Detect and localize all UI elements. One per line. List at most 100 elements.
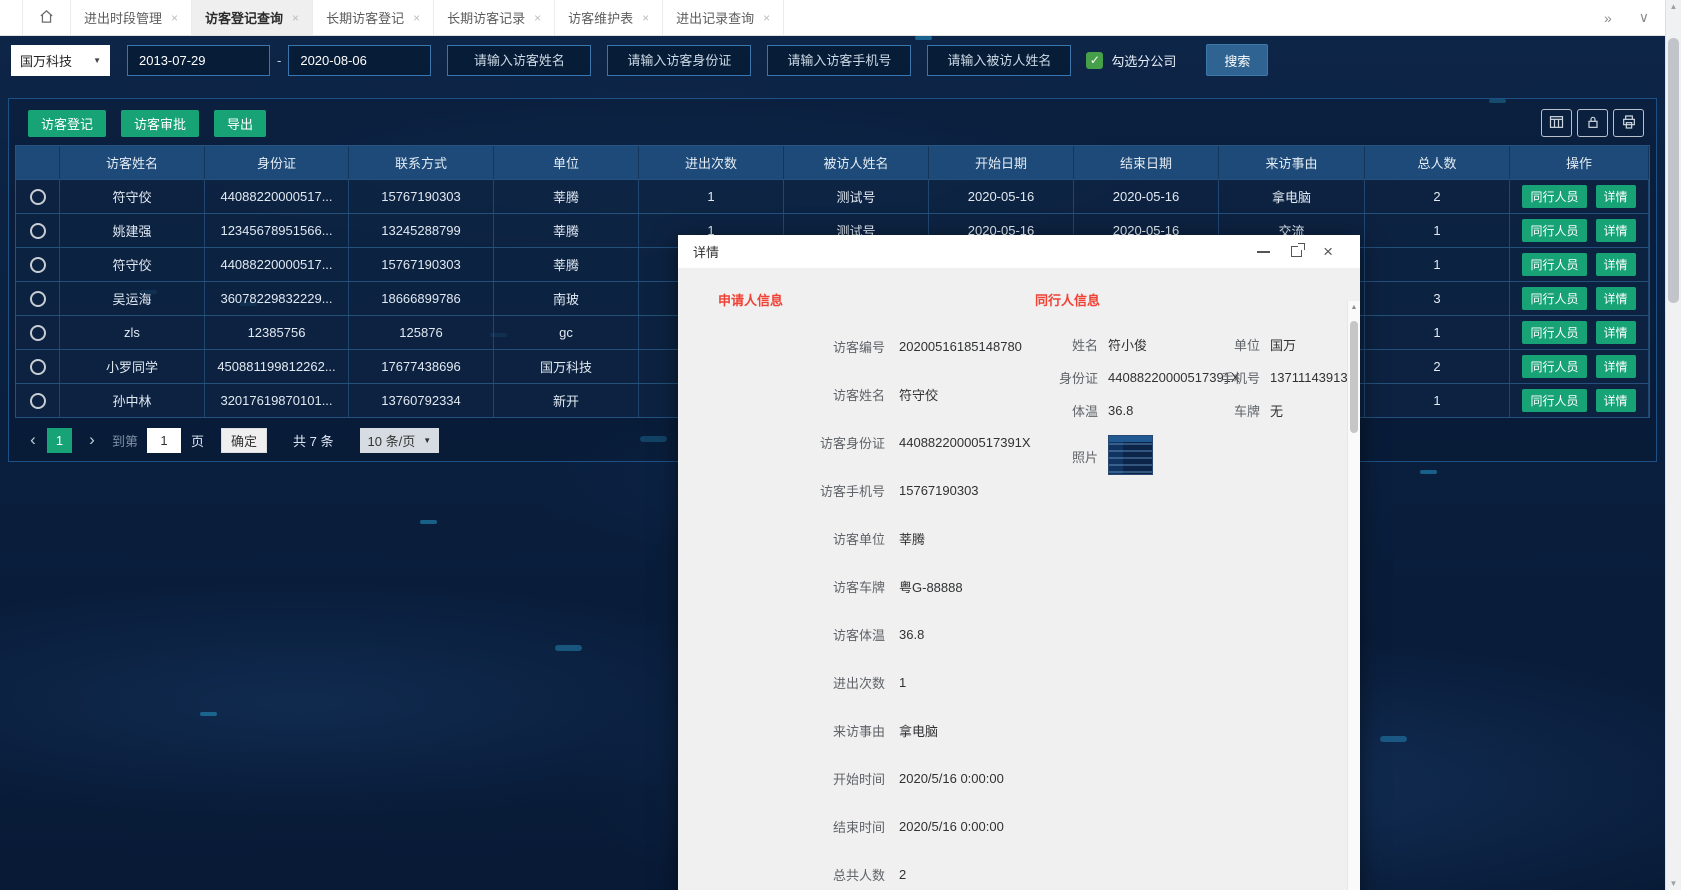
goto-confirm-button[interactable]: 确定 bbox=[221, 428, 267, 453]
tab-item[interactable]: 长期访客登记× bbox=[313, 0, 434, 35]
search-button[interactable]: 搜索 bbox=[1206, 44, 1268, 76]
cell-id-card: 12385756 bbox=[205, 316, 349, 349]
tab-item[interactable]: 进出时段管理 × bbox=[71, 0, 192, 35]
tab-close-icon[interactable]: × bbox=[642, 11, 649, 25]
modal-title-bar[interactable]: 详情 × bbox=[678, 235, 1360, 268]
branch-checkbox-label: 勾选分公司 bbox=[1111, 51, 1176, 70]
tab-close-icon[interactable]: × bbox=[292, 11, 299, 25]
row-radio-cell bbox=[16, 248, 60, 281]
columns-button[interactable] bbox=[1541, 109, 1572, 137]
details-button[interactable]: 详情 bbox=[1596, 287, 1636, 310]
cell-name: 符守佼 bbox=[60, 180, 205, 213]
company-select-value: 国万科技 bbox=[20, 51, 72, 70]
tab-item[interactable]: 进出记录查询× bbox=[663, 0, 784, 35]
companions-button[interactable]: 同行人员 bbox=[1522, 287, 1586, 310]
field-value: 20200516185148780 bbox=[899, 339, 1022, 354]
print-button[interactable] bbox=[1613, 109, 1644, 137]
applicant-fields: 访客编号20200516185148780访客姓名符守佼访客身份证4408822… bbox=[718, 322, 1031, 890]
cell-name: 小罗同学 bbox=[60, 350, 205, 383]
scroll-down-icon[interactable]: ▼ bbox=[1666, 879, 1681, 888]
close-icon[interactable]: × bbox=[1323, 243, 1333, 260]
next-page-icon[interactable]: › bbox=[82, 430, 102, 450]
columns-icon bbox=[1548, 114, 1565, 133]
print-icon bbox=[1621, 114, 1637, 133]
page-size-select[interactable]: 10 条/页 ▼ bbox=[360, 428, 440, 453]
row-radio-cell bbox=[16, 350, 60, 383]
tab-item[interactable]: 长期访客记录× bbox=[434, 0, 555, 35]
row-radio[interactable] bbox=[30, 393, 46, 409]
tab-item[interactable]: 访客登记查询 × bbox=[192, 0, 313, 35]
tabs-collapse-icon[interactable]: ∨ bbox=[1639, 9, 1649, 26]
tab-close-icon[interactable]: × bbox=[534, 11, 541, 25]
field-label: 访客体温 bbox=[718, 625, 885, 644]
cell-total: 1 bbox=[1365, 214, 1510, 247]
maximize-icon[interactable] bbox=[1291, 246, 1302, 257]
companions-button[interactable]: 同行人员 bbox=[1522, 321, 1586, 344]
row-radio[interactable] bbox=[30, 257, 46, 273]
tabs-overflow-icon[interactable]: » bbox=[1604, 10, 1612, 26]
tab-label: 访客登记查询 bbox=[205, 8, 283, 27]
visitee-name-input[interactable] bbox=[927, 45, 1071, 76]
companion-photo-thumbnail[interactable] bbox=[1108, 435, 1153, 475]
cell-name: 姚建强 bbox=[60, 214, 205, 247]
companions-button[interactable]: 同行人员 bbox=[1522, 355, 1586, 378]
tab-list: 进出时段管理×访客登记查询×长期访客登记×长期访客记录×访客维护表×进出记录查询… bbox=[71, 0, 784, 35]
end-date-input[interactable] bbox=[288, 45, 431, 76]
row-actions-cell: 同行人员详情 bbox=[1510, 180, 1649, 213]
row-radio[interactable] bbox=[30, 291, 46, 307]
modal-scrollbar-thumb[interactable] bbox=[1350, 321, 1358, 433]
tab-item[interactable]: 访客维护表× bbox=[555, 0, 663, 35]
companions-button[interactable]: 同行人员 bbox=[1522, 253, 1586, 276]
visitor-phone-input[interactable] bbox=[767, 45, 911, 76]
field-label: 车牌 bbox=[1218, 401, 1270, 420]
start-date-input[interactable] bbox=[127, 45, 270, 76]
tab-close-icon[interactable]: × bbox=[171, 11, 178, 25]
tab-close-icon[interactable]: × bbox=[413, 11, 420, 25]
details-button[interactable]: 详情 bbox=[1596, 253, 1636, 276]
tab-close-icon[interactable]: × bbox=[763, 11, 770, 25]
visitor-approve-button[interactable]: 访客审批 bbox=[121, 110, 199, 137]
applicant-field-row: 访客手机号15767190303 bbox=[718, 466, 1031, 514]
row-actions-cell: 同行人员详情 bbox=[1510, 384, 1649, 417]
details-button[interactable]: 详情 bbox=[1596, 355, 1636, 378]
row-radio[interactable] bbox=[30, 359, 46, 375]
prev-page-icon[interactable]: ‹ bbox=[23, 430, 43, 450]
visitor-name-input[interactable] bbox=[447, 45, 591, 76]
caret-down-icon: ▼ bbox=[423, 436, 431, 445]
background-streak bbox=[555, 645, 582, 651]
goto-page-input[interactable] bbox=[147, 428, 181, 453]
scroll-up-icon[interactable]: ▲ bbox=[1666, 2, 1681, 11]
export-button[interactable]: 导出 bbox=[214, 110, 266, 137]
field-label: 身份证 bbox=[1035, 368, 1108, 387]
cell-company: 莘腾 bbox=[494, 248, 639, 281]
tab-home[interactable] bbox=[22, 0, 71, 35]
visitor-register-button[interactable]: 访客登记 bbox=[28, 110, 106, 137]
current-page-button[interactable]: 1 bbox=[47, 428, 72, 453]
details-button[interactable]: 详情 bbox=[1596, 219, 1636, 242]
field-value: 36.8 bbox=[1108, 403, 1218, 418]
companions-button[interactable]: 同行人员 bbox=[1522, 389, 1586, 412]
details-button[interactable]: 详情 bbox=[1596, 185, 1636, 208]
details-button[interactable]: 详情 bbox=[1596, 389, 1636, 412]
row-radio[interactable] bbox=[30, 325, 46, 341]
company-select[interactable]: 国万科技 ▼ bbox=[11, 45, 110, 76]
row-radio[interactable] bbox=[30, 223, 46, 239]
companion-section-heading: 同行人信息 bbox=[1035, 290, 1100, 309]
page-scrollbar[interactable]: ▲ ▼ bbox=[1665, 0, 1681, 890]
row-actions-cell: 同行人员详情 bbox=[1510, 350, 1649, 383]
date-range-separator: - bbox=[277, 53, 281, 68]
row-radio[interactable] bbox=[30, 189, 46, 205]
field-label: 体温 bbox=[1035, 401, 1108, 420]
modal-scrollbar[interactable]: ▲ bbox=[1347, 301, 1360, 890]
scroll-up-icon[interactable]: ▲ bbox=[1348, 304, 1360, 311]
lock-button[interactable] bbox=[1577, 109, 1608, 137]
tab-label: 进出时段管理 bbox=[84, 8, 162, 27]
companions-button[interactable]: 同行人员 bbox=[1522, 219, 1586, 242]
companions-button[interactable]: 同行人员 bbox=[1522, 185, 1586, 208]
row-radio-cell bbox=[16, 180, 60, 213]
details-button[interactable]: 详情 bbox=[1596, 321, 1636, 344]
branch-checkbox[interactable]: ✓ bbox=[1086, 52, 1103, 69]
page-scrollbar-thumb[interactable] bbox=[1668, 38, 1679, 303]
minimize-icon[interactable] bbox=[1257, 251, 1270, 253]
visitor-id-input[interactable] bbox=[607, 45, 751, 76]
